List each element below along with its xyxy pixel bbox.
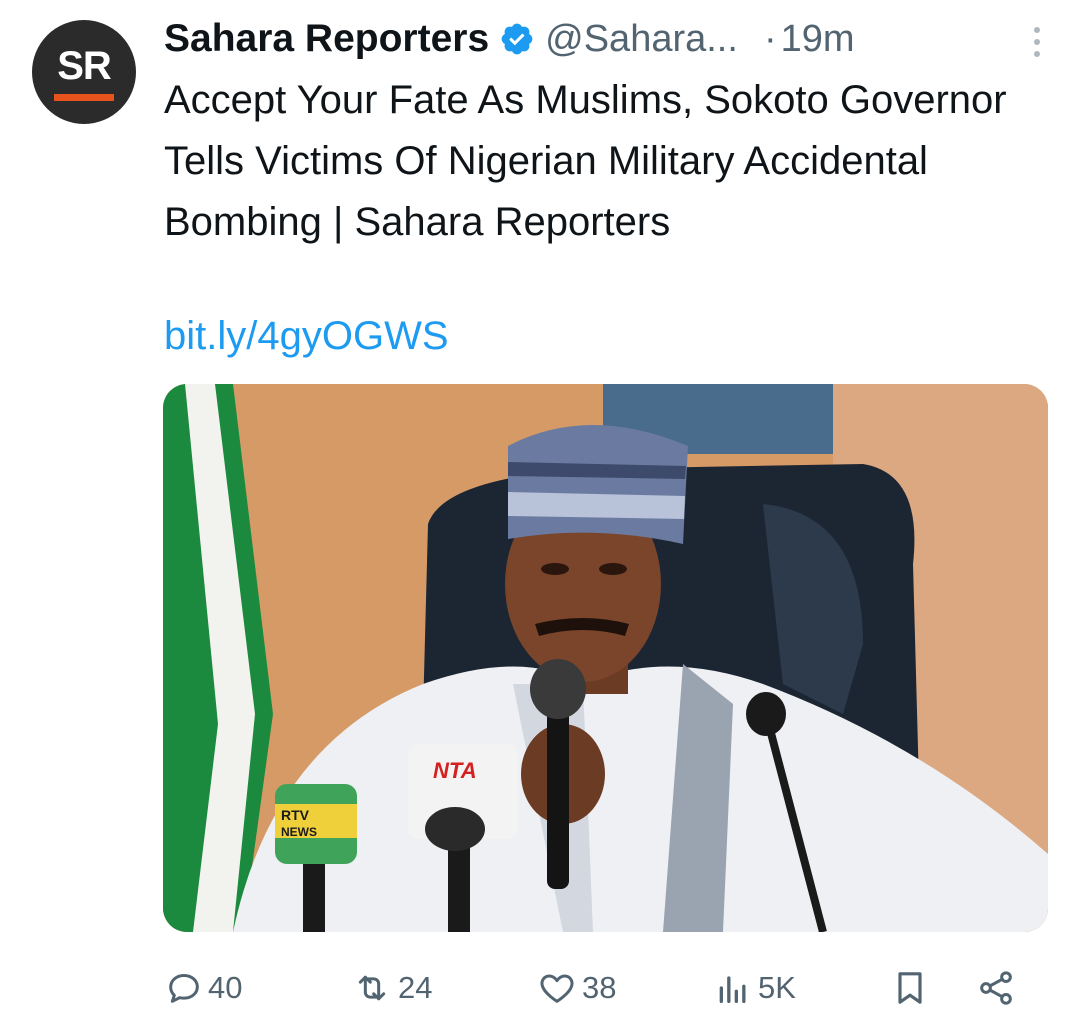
bookmark-icon xyxy=(898,972,922,1004)
bookmark-button[interactable] xyxy=(890,960,930,1016)
nta-mic-label: NTA xyxy=(433,758,477,783)
separator-dot: · xyxy=(763,17,777,60)
tweet-text: Accept Your Fate As Muslims, Sokoto Gove… xyxy=(164,78,1007,244)
heart-icon xyxy=(540,974,574,1003)
share-icon xyxy=(980,971,1012,1005)
like-button[interactable]: 38 xyxy=(536,960,616,1016)
more-options-icon[interactable] xyxy=(1030,24,1044,65)
reply-button[interactable]: 40 xyxy=(164,960,242,1016)
analytics-icon xyxy=(719,976,746,1003)
view-count: 5K xyxy=(758,970,796,1005)
repost-icon xyxy=(358,975,386,1001)
tweet-action-bar: 40 24 38 5K xyxy=(164,960,1034,1016)
tweet-media-image[interactable]: NTA RTV NEWS xyxy=(163,384,1048,932)
avatar-underline xyxy=(54,94,114,101)
like-count: 38 xyxy=(582,970,617,1005)
share-button[interactable] xyxy=(976,960,1016,1016)
timestamp[interactable]: 19m xyxy=(781,18,855,61)
reply-count: 40 xyxy=(208,970,243,1005)
repost-button[interactable]: 24 xyxy=(350,960,432,1016)
photo-illustration: NTA RTV NEWS xyxy=(163,384,1048,932)
display-name[interactable]: Sahara Reporters xyxy=(164,17,489,61)
account-handle[interactable]: @Sahara... xyxy=(545,18,738,61)
tweet-link[interactable]: bit.ly/4gyOGWS xyxy=(164,314,449,359)
verified-badge-icon xyxy=(499,21,535,57)
avatar[interactable]: SR xyxy=(32,20,136,124)
rtv-mic-label: RTV xyxy=(281,807,310,823)
avatar-initials: SR xyxy=(57,44,112,88)
repost-count: 24 xyxy=(398,970,433,1005)
reply-icon xyxy=(169,974,199,1003)
tweet-header: Sahara Reporters @Sahara... · 19m xyxy=(164,14,1044,64)
svg-text:NEWS: NEWS xyxy=(281,825,317,839)
views-button[interactable]: 5K xyxy=(712,960,796,1016)
